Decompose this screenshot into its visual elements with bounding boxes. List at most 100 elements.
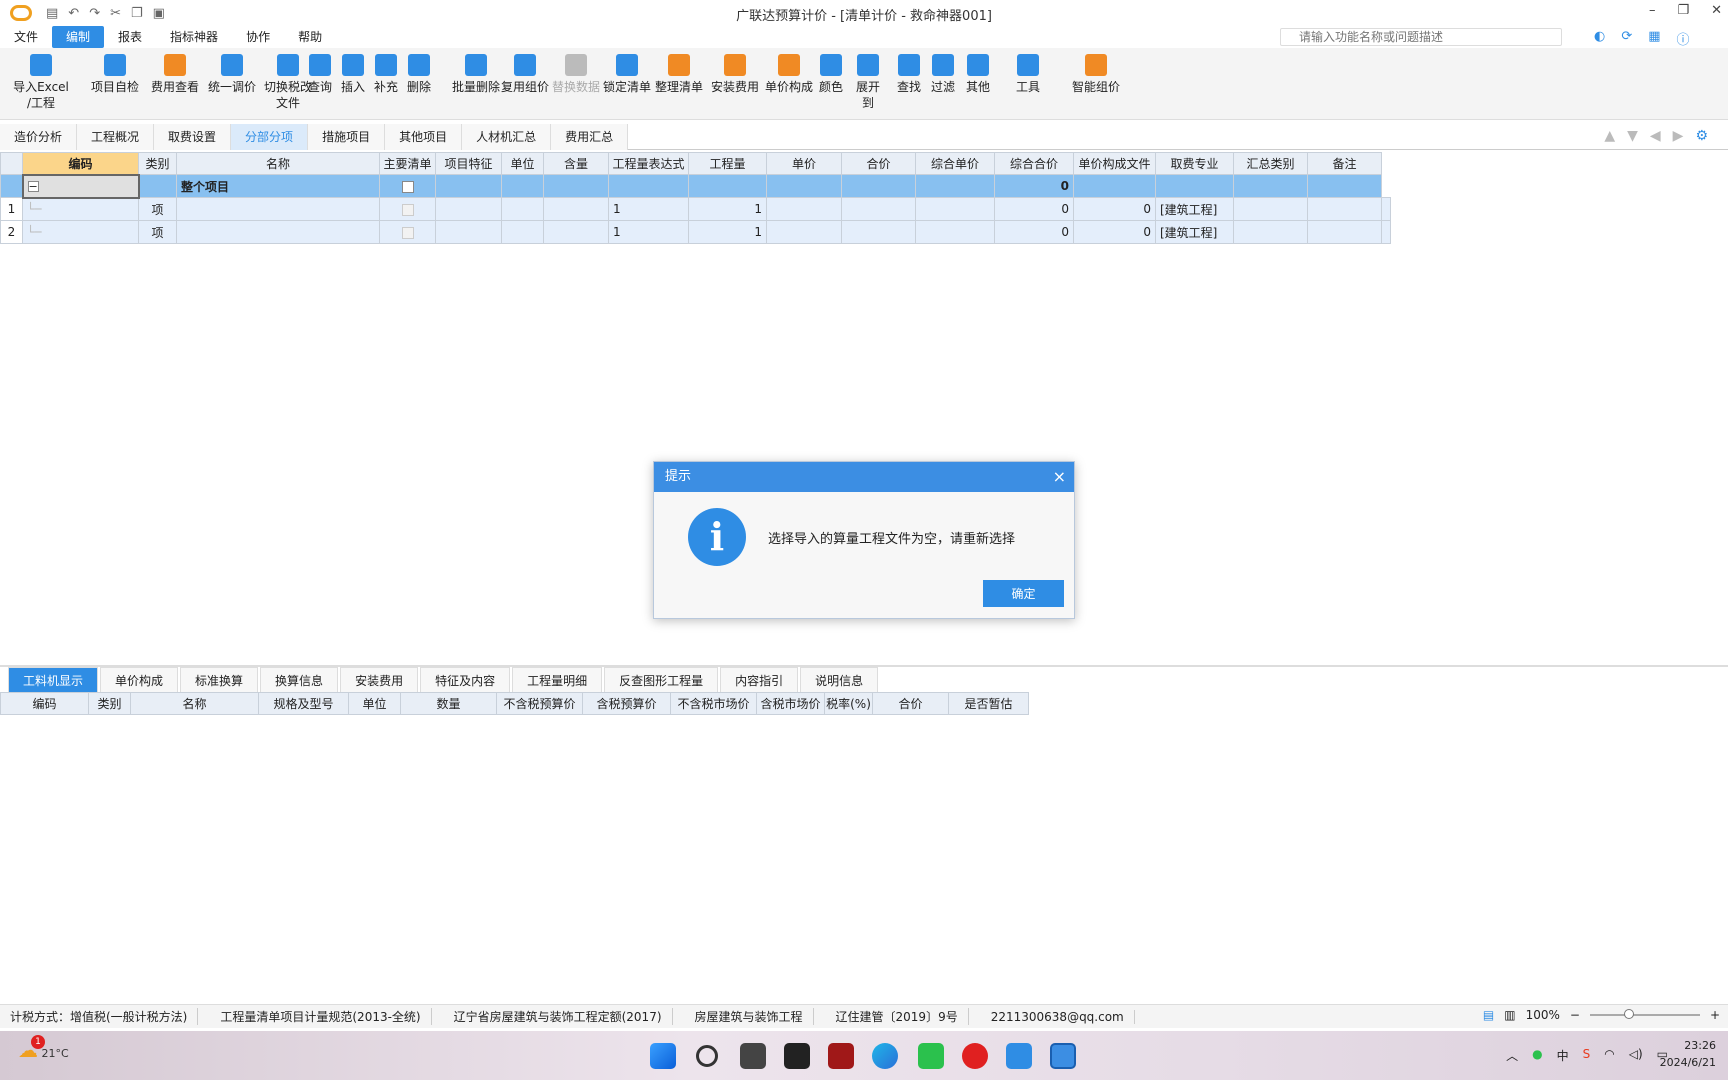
layout-view-icon[interactable]: ▤ (1483, 1008, 1494, 1022)
column-header[interactable]: 不含税预算价 (496, 692, 583, 715)
tab-4[interactable]: 措施项目 (308, 124, 386, 150)
table-row[interactable]: 1 └─ 项 1 1 0 0 [建筑工程] (0, 197, 1391, 221)
search-taskbar-icon[interactable] (696, 1045, 718, 1067)
ribbon-button[interactable]: 查询 (304, 54, 336, 95)
column-header[interactable]: 合价 (841, 152, 916, 175)
column-header[interactable]: 综合单价 (915, 152, 995, 175)
bottom-tab-6[interactable]: 工程量明细 (512, 667, 603, 693)
wechat-icon[interactable] (918, 1043, 944, 1069)
main-list-checkbox[interactable] (401, 226, 414, 239)
bottom-tab-3[interactable]: 换算信息 (260, 667, 339, 693)
ribbon-button[interactable]: 安装费用 (704, 54, 766, 95)
menu-help[interactable]: 帮助 (284, 26, 336, 48)
column-header[interactable]: 名称 (176, 152, 380, 175)
column-header[interactable]: 备注 (1307, 152, 1382, 175)
apps-icon[interactable]: ▦ (1648, 29, 1660, 48)
clock[interactable]: 23:26 2024/6/21 (1660, 1037, 1716, 1071)
chevron-up-icon[interactable]: ︿ (1506, 1047, 1518, 1064)
ribbon-button[interactable]: 过滤 (929, 54, 957, 95)
zoom-slider-knob[interactable] (1623, 1009, 1634, 1019)
column-header[interactable]: 取费专业 (1155, 152, 1234, 175)
tab-0[interactable]: 造价分析 (0, 124, 78, 150)
column-header[interactable]: 合价 (872, 692, 949, 715)
main-list-checkbox[interactable] (401, 203, 414, 216)
column-header[interactable]: 类别 (88, 692, 131, 715)
bottom-tab-7[interactable]: 反查图形工程量 (604, 667, 719, 693)
column-header[interactable]: 单价 (766, 152, 842, 175)
move-right-icon[interactable]: ▶ (1673, 128, 1684, 144)
settings-icon[interactable]: ⚙ (1695, 128, 1708, 144)
ribbon-button[interactable]: 整理清单 (648, 54, 710, 95)
sogou-icon[interactable]: S (1583, 1047, 1591, 1064)
refresh-icon[interactable]: ⟳ (1621, 29, 1632, 48)
bottom-tab-2[interactable]: 标准换算 (180, 667, 259, 693)
bottom-tab-5[interactable]: 特征及内容 (420, 667, 511, 693)
ribbon-button[interactable]: 费用查看 (148, 54, 202, 95)
cut-icon[interactable]: ✂ (110, 6, 121, 21)
ribbon-button[interactable]: 导入Excel/工程 (10, 54, 72, 111)
ime-indicator[interactable]: 中 (1557, 1047, 1569, 1064)
tab-7[interactable]: 费用汇总 (551, 124, 629, 150)
ribbon-button[interactable]: 项目自检 (88, 54, 142, 95)
ribbon-button[interactable]: 其他 (964, 54, 992, 95)
edge-icon[interactable] (872, 1043, 898, 1069)
column-header[interactable]: 项目特征 (435, 152, 502, 175)
ribbon-button[interactable]: 展开到 (852, 54, 884, 111)
ribbon-button[interactable]: 删除 (403, 54, 435, 95)
glodon-icon[interactable] (1050, 1043, 1076, 1069)
move-down-icon[interactable]: ▼ (1627, 128, 1638, 144)
zoom-slider[interactable] (1589, 1009, 1700, 1019)
column-header[interactable]: 编码 (0, 692, 89, 715)
search-input[interactable] (1280, 28, 1562, 46)
tab-6[interactable]: 人材机汇总 (462, 124, 552, 150)
netease-music-icon[interactable] (962, 1043, 988, 1069)
column-header[interactable]: 综合合价 (994, 152, 1074, 175)
zoom-in-button[interactable]: + (1710, 1008, 1720, 1022)
copy-icon[interactable]: ❐ (131, 6, 143, 21)
bottom-tab-1[interactable]: 单价构成 (100, 667, 179, 693)
paste-icon[interactable]: ▣ (153, 6, 165, 21)
column-header[interactable]: 类别 (138, 152, 177, 175)
column-header[interactable]: 工程量 (688, 152, 767, 175)
info-icon[interactable]: ⓘ (1677, 29, 1690, 48)
redo-icon[interactable]: ↷ (89, 6, 100, 21)
notes-icon[interactable] (1006, 1043, 1032, 1069)
column-header[interactable]: 数量 (400, 692, 497, 715)
column-header[interactable]: 规格及型号 (258, 692, 349, 715)
collapse-toggle[interactable]: − (21, 173, 140, 199)
move-up-icon[interactable]: ▲ (1604, 128, 1615, 144)
bottom-tab-8[interactable]: 内容指引 (720, 667, 799, 693)
tab-1[interactable]: 工程概况 (77, 124, 155, 150)
column-header[interactable]: 主要清单 (379, 152, 436, 175)
column-header[interactable]: 含税预算价 (582, 692, 671, 715)
ribbon-button[interactable]: 查找 (894, 54, 924, 95)
column-header[interactable]: 单位 (501, 152, 544, 175)
save-icon[interactable]: ▤ (46, 6, 58, 21)
column-header[interactable]: 含量 (543, 152, 609, 175)
ok-button[interactable]: 确定 (983, 580, 1064, 607)
ribbon-button[interactable]: 插入 (337, 54, 369, 95)
bottom-tab-9[interactable]: 说明信息 (800, 667, 879, 693)
column-header[interactable]: 税率(%) (824, 692, 873, 715)
tab-2[interactable]: 取费设置 (154, 124, 232, 150)
zoom-out-button[interactable]: − (1570, 1008, 1580, 1022)
column-header[interactable]: 单价构成文件 (1073, 152, 1156, 175)
wechat-tray-icon[interactable]: ● (1532, 1047, 1542, 1064)
ribbon-button[interactable]: 统一调价 (205, 54, 259, 95)
ribbon-button[interactable]: 单价构成 (758, 54, 820, 95)
start-icon[interactable] (650, 1043, 676, 1069)
column-header[interactable]: 是否暂估 (948, 692, 1029, 715)
minimize-icon[interactable]: – (1649, 3, 1656, 18)
table-row[interactable]: − 整个项目 0 (0, 173, 1391, 199)
menu-report[interactable]: 报表 (104, 26, 156, 48)
column-header[interactable]: 含税市场价 (756, 692, 825, 715)
menu-collab[interactable]: 协作 (232, 26, 284, 48)
column-header[interactable]: 名称 (130, 692, 259, 715)
bottom-tab-0[interactable]: 工料机显示 (8, 667, 99, 693)
main-list-checkbox[interactable] (401, 180, 414, 193)
undo-icon[interactable]: ↶ (68, 6, 79, 21)
column-header[interactable]: 单位 (348, 692, 401, 715)
table-row[interactable]: 2 └─ 项 1 1 0 0 [建筑工程] (0, 220, 1391, 244)
ribbon-button[interactable]: 补充 (370, 54, 402, 95)
app-icon[interactable] (784, 1043, 810, 1069)
